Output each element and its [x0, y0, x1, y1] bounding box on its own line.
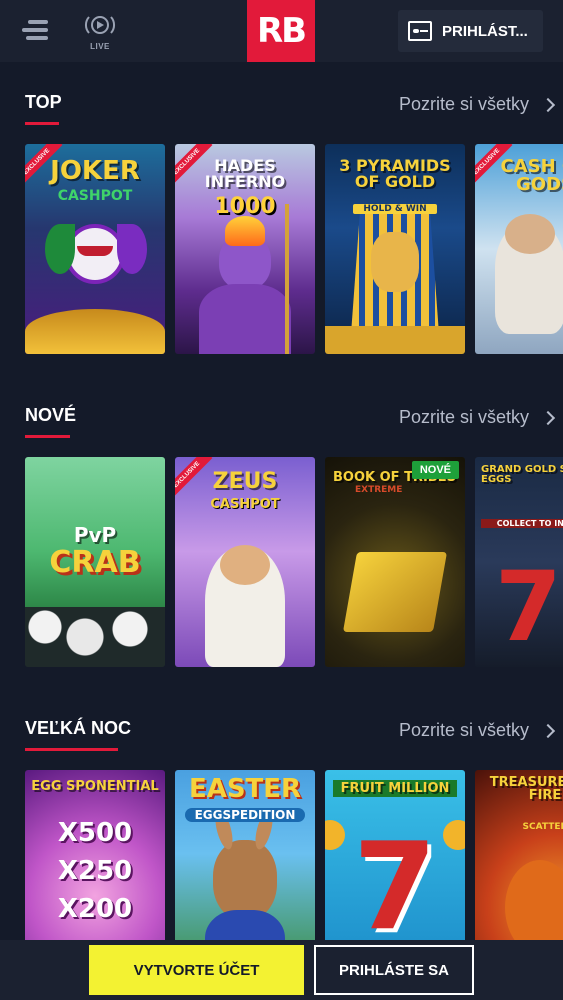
game-title: EGG SPONENTIAL	[31, 779, 159, 794]
new-badge: NOVÉ	[411, 461, 459, 479]
game-title: PvP	[73, 523, 117, 547]
game-title: GRAND GOLD SIZZLING EGGS	[481, 464, 563, 485]
game-tile[interactable]: JOKER CASHPOT EXCLUSIVE	[25, 144, 165, 354]
game-tile[interactable]: 7 GRAND GOLD SIZZLING EGGS COLLECT TO IN…	[475, 457, 563, 667]
chevron-right-icon	[540, 97, 556, 112]
logo[interactable]: RB	[247, 0, 315, 62]
live-broadcast-icon	[85, 16, 115, 34]
multiplier-label: X200	[57, 894, 133, 924]
game-subtitle: CASHPOT	[210, 497, 280, 512]
logo-text: RB	[256, 11, 307, 51]
login-button-header[interactable]: PRIHLÁST...	[398, 10, 543, 52]
see-all-label: Pozrite si všetky	[398, 94, 529, 114]
see-all-label: Pozrite si všetky	[398, 407, 529, 427]
game-tile[interactable]: PvP CRAB	[25, 457, 165, 667]
game-subtitle: CASHPOT	[57, 188, 133, 204]
create-account-button[interactable]: VYTVORTE ÚČET	[89, 945, 304, 995]
section-underline	[25, 748, 118, 751]
game-title: EASTER	[188, 774, 302, 804]
game-title: 3 PYRAMIDS OF GOLD	[339, 156, 451, 191]
live-label: LIVE	[90, 42, 110, 51]
chevron-right-icon	[540, 410, 556, 425]
section-title: TOP	[25, 92, 62, 112]
chevron-right-icon	[540, 723, 556, 738]
game-subtitle: EGGSPEDITION	[185, 808, 305, 822]
game-carousel[interactable]: PvP CRAB ZEUS CASHPOT EXCLUSIVE BOOK OF …	[25, 457, 563, 667]
live-button[interactable]: LIVE	[82, 14, 118, 51]
game-subtitle: EXTREME	[355, 485, 403, 495]
game-tile[interactable]: CASH OF GODS EXCLUSIVE	[475, 144, 563, 354]
section-title: VEĽKÁ NOC	[25, 718, 132, 738]
game-subtitle: 1000	[214, 194, 276, 219]
game-title: JOKER	[50, 156, 140, 186]
game-title: HADES INFERNO	[204, 156, 286, 191]
game-title: TREASURES OF FIRE	[489, 775, 563, 803]
game-tile[interactable]: 3 PYRAMIDS OF GOLD HOLD & WIN	[325, 144, 465, 354]
game-carousel[interactable]: JOKER CASHPOT EXCLUSIVE HADES INFERNO 10…	[25, 144, 563, 354]
game-tile[interactable]: BOOK OF TRIBES EXTREME NOVÉ	[325, 457, 465, 667]
bottom-bar: VYTVORTE ÚČET PRIHLÁSTE SA	[0, 940, 563, 1000]
section-underline	[25, 122, 59, 125]
game-subtitle: SCATTER	[522, 822, 563, 832]
multiplier-label: X500	[57, 818, 133, 848]
game-title: FRUIT MILLION	[333, 780, 457, 797]
multiplier-label: X250	[57, 856, 133, 886]
top-bar: LIVE RB PRIHLÁST...	[0, 0, 563, 62]
login-label: PRIHLÁST...	[442, 22, 528, 40]
see-all-label: Pozrite si všetky	[398, 720, 529, 740]
game-tile[interactable]: ZEUS CASHPOT EXCLUSIVE	[175, 457, 315, 667]
see-all-link[interactable]: Pozrite si všetky	[398, 407, 556, 428]
section-underline	[25, 435, 70, 438]
game-tile[interactable]: HADES INFERNO 1000 EXCLUSIVE	[175, 144, 315, 354]
game-subtitle: COLLECT TO INFINITY	[481, 519, 563, 528]
section-title: NOVÉ	[25, 405, 77, 425]
see-all-link[interactable]: Pozrite si všetky	[398, 94, 556, 115]
game-subtitle: CRAB	[49, 545, 141, 580]
see-all-link[interactable]: Pozrite si všetky	[398, 720, 556, 741]
menu-icon[interactable]	[22, 20, 48, 40]
login-button[interactable]: PRIHLÁSTE SA	[314, 945, 474, 995]
key-icon	[408, 21, 432, 41]
game-subtitle: HOLD & WIN	[353, 204, 437, 214]
